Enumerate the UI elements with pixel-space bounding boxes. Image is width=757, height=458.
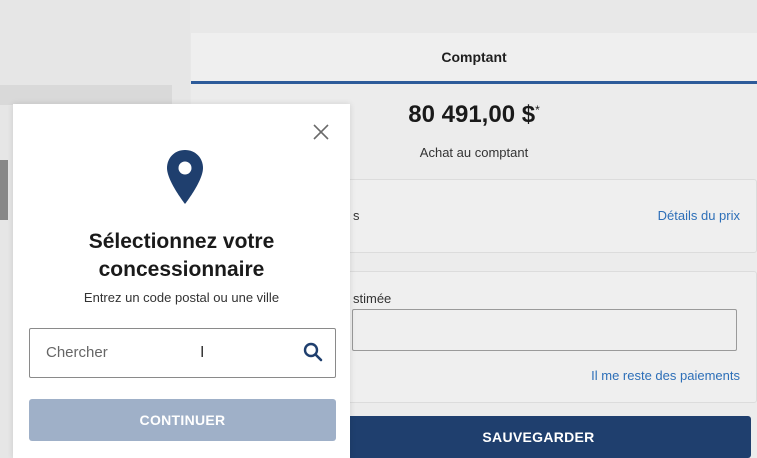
- price-details-link[interactable]: Détails du prix: [658, 208, 740, 223]
- text-cursor-icon: I: [200, 344, 205, 361]
- tab-comptant[interactable]: Comptant: [191, 33, 757, 84]
- continue-button[interactable]: CONTINUER: [29, 399, 336, 441]
- price-card-text: s: [353, 208, 360, 223]
- background-band: [0, 85, 172, 105]
- price-details-card: s Détails du prix: [326, 179, 757, 253]
- search-icon[interactable]: [303, 342, 323, 362]
- search-input[interactable]: [30, 329, 296, 375]
- background-edge: [0, 160, 8, 220]
- dealer-select-modal: Sélectionnez votre concessionnaire Entre…: [13, 104, 350, 458]
- price-value: 80 491,00 $: [408, 101, 536, 128]
- payment-estimate-card: stimée Il me reste des paiements: [326, 271, 757, 403]
- estimate-label: stimée: [353, 291, 392, 306]
- save-button[interactable]: SAUVEGARDER: [326, 416, 751, 458]
- price-amount: 80 491,00 $*: [408, 101, 539, 128]
- modal-subtitle: Entrez un code postal ou une ville: [83, 290, 280, 305]
- price-asterisk: *: [535, 103, 540, 117]
- modal-title: Sélectionnez votre concessionnaire: [13, 228, 350, 284]
- close-icon[interactable]: [311, 122, 331, 142]
- modal-title-line1: Sélectionnez votre: [88, 230, 275, 253]
- location-pin-icon: [165, 148, 205, 206]
- estimate-field[interactable]: [352, 309, 737, 351]
- remaining-payments-link[interactable]: Il me reste des paiements: [591, 368, 740, 383]
- dealer-search: I: [29, 328, 336, 378]
- modal-title-line2: concessionnaire: [98, 258, 265, 281]
